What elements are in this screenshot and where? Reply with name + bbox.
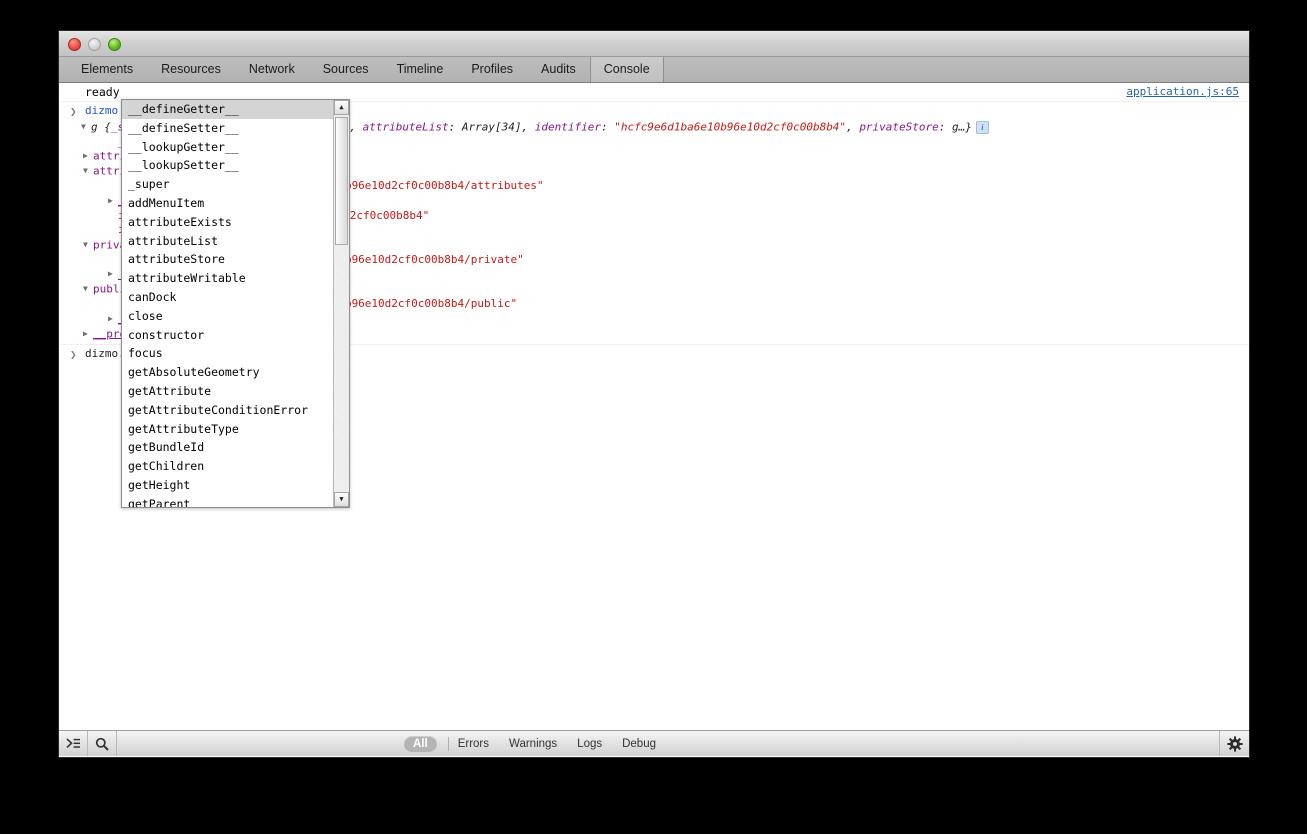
autocomplete-item[interactable]: attributeWritable: [122, 269, 334, 288]
gear-glyph: [1226, 735, 1243, 752]
devtools-window: Elements Resources Network Sources Timel…: [58, 30, 1250, 758]
tab-network[interactable]: Network: [235, 57, 309, 82]
disclosure-open-icon[interactable]: ▼: [83, 282, 93, 297]
disclosure-closed-icon[interactable]: ▶: [108, 194, 118, 209]
object-class-name: g: [91, 120, 98, 134]
summary-val: g…}: [952, 120, 972, 134]
autocomplete-item[interactable]: getAbsoluteGeometry: [122, 363, 334, 382]
filter-debug[interactable]: Debug: [622, 738, 656, 750]
disclosure-triangle-icon[interactable]: ▼: [81, 120, 91, 135]
tab-label: Network: [248, 62, 295, 77]
tab-console[interactable]: Console: [589, 57, 664, 82]
tab-audits[interactable]: Audits: [527, 57, 590, 82]
search-glyph: [95, 737, 109, 751]
maximize-window-button[interactable]: [108, 38, 121, 51]
minimize-window-button[interactable]: [88, 38, 101, 51]
tab-profiles[interactable]: Profiles: [457, 57, 527, 82]
tab-resources[interactable]: Resources: [147, 57, 235, 82]
scroll-up-arrow-icon[interactable]: ▲: [334, 100, 349, 115]
filter-logs[interactable]: Logs: [577, 738, 602, 750]
tab-label: Sources: [322, 62, 369, 77]
info-icon[interactable]: i: [975, 120, 989, 134]
autocomplete-item[interactable]: canDock: [122, 288, 334, 307]
console-source-link[interactable]: application.js:65: [1126, 85, 1239, 98]
tab-label: Elements: [81, 62, 134, 77]
autocomplete-item[interactable]: getAttributeType: [122, 420, 334, 439]
tab-timeline[interactable]: Timeline: [383, 57, 458, 82]
console-log-text: ready: [85, 85, 120, 99]
disclosure-closed-icon[interactable]: ▶: [108, 267, 118, 282]
tab-label: Audits: [541, 62, 576, 77]
scrollbar-thumb[interactable]: [335, 117, 348, 245]
close-window-button[interactable]: [68, 38, 81, 51]
disclosure-open-icon[interactable]: ▼: [83, 164, 93, 179]
console-input-typed: dizmo.: [85, 346, 125, 360]
autocomplete-scrollbar[interactable]: ▲ ▼: [333, 100, 349, 507]
summary-val: Array[34]: [461, 120, 522, 134]
autocomplete-item[interactable]: attributeExists: [122, 213, 334, 232]
autocomplete-item[interactable]: __defineGetter__: [122, 100, 334, 119]
summary-key: identifier: [534, 120, 602, 134]
object-open-brace: {: [104, 120, 111, 134]
tab-label: Console: [603, 62, 650, 77]
autocomplete-item[interactable]: constructor: [122, 326, 334, 345]
filter-warnings[interactable]: Warnings: [509, 738, 557, 750]
console-bottom-toolbar: All Errors Warnings Logs Debug: [59, 730, 1249, 756]
console-input-text: dizmo: [85, 104, 119, 117]
disclosure-closed-icon[interactable]: ▶: [83, 327, 93, 342]
tab-label: Timeline: [396, 62, 444, 77]
console-prompt-icon[interactable]: [59, 731, 88, 756]
autocomplete-item[interactable]: getParent: [122, 495, 334, 507]
scroll-down-glyph: ▼: [339, 495, 344, 503]
autocomplete-item[interactable]: attributeStore: [122, 250, 334, 269]
tab-label: Resources: [161, 62, 221, 77]
autocomplete-item[interactable]: getHeight: [122, 476, 334, 495]
gear-icon[interactable]: [1219, 731, 1249, 756]
tab-elements[interactable]: Elements: [67, 57, 147, 82]
scroll-down-arrow-icon[interactable]: ▼: [334, 492, 349, 507]
summary-key: attributeList: [362, 120, 449, 134]
summary-val: "hcfc9e6d1ba6e10b96e10d2cf0c00b8b4": [614, 120, 847, 134]
search-icon[interactable]: [88, 731, 117, 756]
autocomplete-item[interactable]: getChildren: [122, 457, 334, 476]
console-output[interactable]: ready application.js:65 ❯ dizmo ▼g {_sup…: [59, 83, 1249, 730]
tab-label: Profiles: [471, 62, 514, 77]
prompt-arrow-icon: ❯: [70, 105, 77, 118]
autocomplete-item[interactable]: getAttribute: [122, 382, 334, 401]
filter-divider: [447, 736, 449, 751]
screen-bezel: Elements Resources Network Sources Timel…: [0, 0, 1307, 834]
summary-key: privateStore: [859, 120, 939, 134]
autocomplete-item[interactable]: getAttributeConditionError: [122, 401, 334, 420]
autocomplete-item[interactable]: attributeList: [122, 232, 334, 251]
disclosure-closed-icon[interactable]: ▶: [108, 312, 118, 327]
autocomplete-item[interactable]: addMenuItem: [122, 194, 334, 213]
scroll-up-glyph: ▲: [339, 103, 344, 111]
prompt-arrow-icon: ❯: [70, 347, 77, 361]
autocomplete-item[interactable]: close: [122, 307, 334, 326]
devtools-tabbar: Elements Resources Network Sources Timel…: [59, 57, 1249, 83]
autocomplete-dropdown[interactable]: __defineGetter__ __defineSetter__ __lookup…: [121, 99, 350, 508]
autocomplete-item[interactable]: getBundleId: [122, 438, 334, 457]
console-filter-group: All Errors Warnings Logs Debug: [404, 735, 676, 752]
window-titlebar: [59, 31, 1249, 57]
filter-all[interactable]: All: [404, 735, 437, 752]
autocomplete-item[interactable]: focus: [122, 344, 334, 363]
autocomplete-item[interactable]: _super: [122, 175, 334, 194]
autocomplete-list[interactable]: __defineGetter__ __defineSetter__ __lookup…: [122, 100, 334, 507]
filter-errors[interactable]: Errors: [458, 738, 489, 750]
autocomplete-item[interactable]: __defineSetter__: [122, 119, 334, 138]
tab-sources[interactable]: Sources: [309, 57, 383, 82]
autocomplete-item[interactable]: __lookupGetter__: [122, 138, 334, 157]
autocomplete-item[interactable]: __lookupSetter__: [122, 156, 334, 175]
disclosure-open-icon[interactable]: ▼: [83, 238, 93, 253]
console-prompt-glyph: [65, 738, 80, 748]
disclosure-closed-icon[interactable]: ▶: [83, 149, 93, 164]
